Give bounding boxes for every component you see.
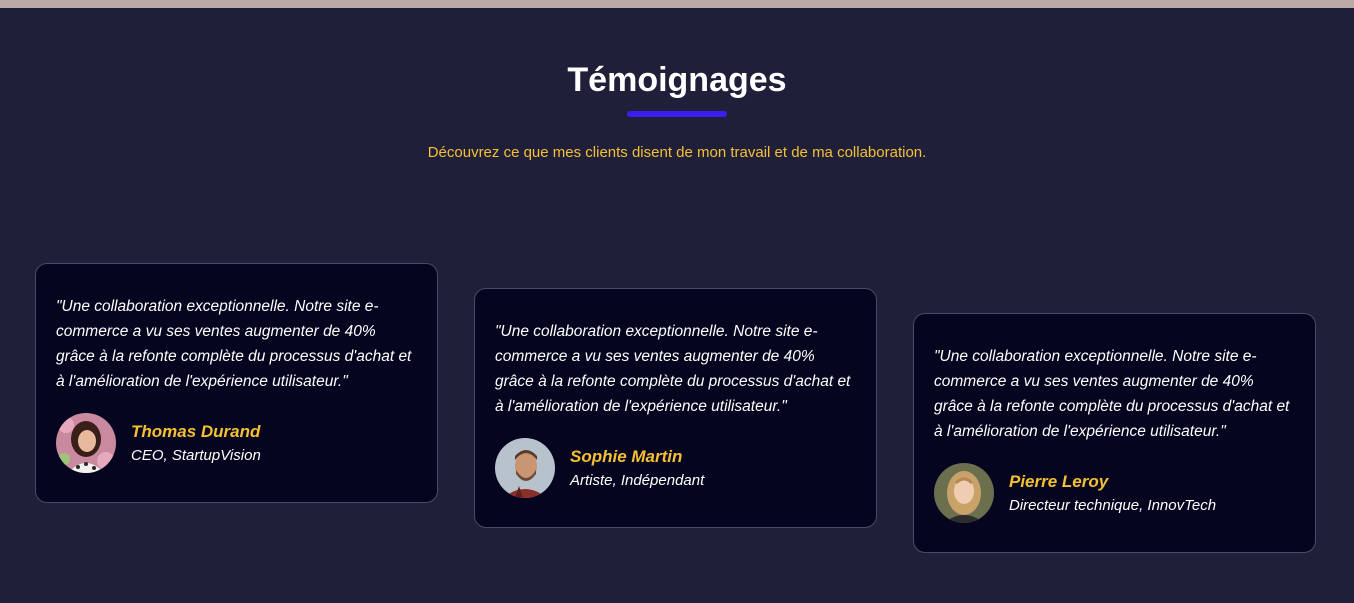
- section-subtitle: Découvrez ce que mes clients disent de m…: [427, 144, 927, 161]
- testimonial-card: "Une collaboration exceptionnelle. Notre…: [913, 313, 1316, 553]
- testimonial-card: "Une collaboration exceptionnelle. Notre…: [474, 288, 877, 528]
- testimonial-card: "Une collaboration exceptionnelle. Notre…: [35, 263, 438, 503]
- title-underline: [627, 111, 727, 117]
- testimonial-quote: "Une collaboration exceptionnelle. Notre…: [934, 348, 1290, 440]
- author-name: Pierre Leroy: [1009, 471, 1109, 491]
- testimonial-author: Thomas Durand CEO, StartupVision: [56, 413, 261, 473]
- author-role: Directeur technique, InnovTech: [1009, 496, 1217, 514]
- testimonial-quote: "Une collaboration exceptionnelle. Notre…: [495, 323, 851, 415]
- testimonial-author: Pierre Leroy Directeur technique, InnovT…: [934, 463, 1216, 523]
- testimonial-author: Sophie Martin Artiste, Indépendant: [495, 438, 704, 498]
- author-role: Artiste, Indépendant: [570, 471, 705, 489]
- author-name: Sophie Martin: [570, 446, 683, 466]
- top-border-bar: [0, 0, 1354, 8]
- section-title: Témoignages: [567, 61, 787, 99]
- author-avatar: [495, 438, 555, 498]
- author-avatar: [56, 413, 116, 473]
- author-avatar: [934, 463, 994, 523]
- author-name: Thomas Durand: [131, 421, 261, 441]
- testimonial-quote: "Une collaboration exceptionnelle. Notre…: [56, 298, 412, 390]
- author-role: CEO, StartupVision: [131, 446, 261, 464]
